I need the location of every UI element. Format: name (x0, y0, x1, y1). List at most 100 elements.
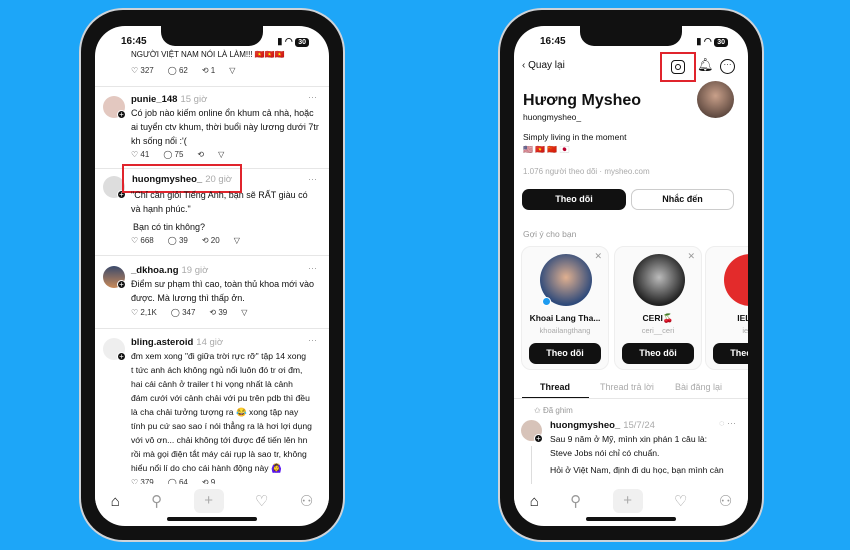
profile-screen: 16:45 ▮ ◠ 30 ‹ Quay lại 🔔︎ ··· Hương Mys… (514, 26, 748, 526)
threads-feed-screen: 16:45 ▮ ◠ 30 NGƯỜI VIỆT NAM NÓI LÀ LÀM!!… (95, 26, 329, 526)
new-post-icon[interactable]: + (193, 489, 224, 513)
like-button[interactable]: ♡ 327 (131, 66, 154, 75)
divider (95, 86, 329, 87)
suggestion-follow-button[interactable]: Theo dõi (529, 343, 601, 364)
profile-flags: 🇺🇸 🇻🇳 🇨🇳 🇯🇵 (523, 145, 570, 154)
home-icon[interactable]: ⌂ (111, 493, 120, 510)
share-button[interactable]: ▽ (241, 308, 247, 317)
signal-icon: ▮ (696, 36, 702, 46)
back-button[interactable]: ‹ Quay lại (522, 60, 565, 71)
repost-button[interactable]: ⟲ (197, 150, 204, 159)
like-button[interactable]: ♡ 668 (131, 236, 154, 245)
suggestion-handle: ceri__ceri (641, 326, 675, 335)
more-icon[interactable]: ··· (720, 59, 735, 74)
tab-thread-replies[interactable]: Thread trả lời (600, 382, 654, 392)
reply-button[interactable]: ◯ 62 (168, 66, 188, 75)
heart-icon[interactable]: ♡ (674, 492, 687, 510)
bottom-nav: ⌂ ⚲ + ♡ ⚇ (514, 484, 748, 518)
instagram-icon[interactable] (671, 60, 685, 74)
more-icon[interactable]: ··· (308, 335, 317, 345)
follow-button[interactable]: Theo dõi (522, 189, 626, 210)
notch (161, 26, 263, 46)
more-icon[interactable]: ··· (308, 174, 317, 184)
divider (95, 255, 329, 256)
suggestion-card[interactable]: ✕ Khoai Lang Tha... khoailangthang Theo … (521, 246, 609, 370)
repost-button[interactable]: ⟲ 1 (202, 66, 215, 75)
profile-avatar[interactable] (697, 81, 734, 118)
reply-button[interactable]: ◯ 75 (163, 150, 183, 159)
share-button[interactable]: ▽ (229, 66, 235, 75)
share-button[interactable]: ▽ (218, 150, 224, 159)
like-button[interactable]: ♡ 2,1K (131, 308, 157, 317)
home-icon[interactable]: ⌂ (530, 493, 539, 510)
post-text: NGƯỜI VIỆT NAM NÓI LÀ LÀM!!! 🇻🇳🇻🇳🇻🇳 (131, 50, 285, 59)
suggestion-card[interactable]: IELTS ielts Theo dõi (705, 246, 748, 370)
post-actions: ♡ 327 ◯ 62 ⟲ 1 ▽ (131, 66, 235, 75)
post-actions: ♡ 2,1K ◯ 347 ⟲ 39 ▽ (131, 308, 247, 317)
suggestion-card[interactable]: ✕ CERI🍒 ceri__ceri Theo dõi (614, 246, 702, 370)
repost-button[interactable]: ⟲ 20 (202, 236, 220, 245)
follow-plus-icon[interactable]: + (117, 352, 126, 361)
close-icon[interactable]: ✕ (687, 251, 695, 262)
like-button[interactable]: ♡ 41 (131, 150, 149, 159)
followers-link[interactable]: 1.076 người theo dõi · mysheo.com (523, 167, 650, 176)
suggestion-avatar (633, 254, 685, 306)
profile-icon[interactable]: ⚇ (300, 492, 313, 510)
mention-button[interactable]: Nhắc đến (631, 189, 734, 210)
battery-icon: 30 (295, 38, 309, 47)
post-user[interactable]: huongmysheo_ 15/7/24 (550, 420, 655, 431)
home-indicator (167, 517, 257, 521)
bottom-nav: ⌂ ⚲ + ♡ ⚇ (95, 484, 329, 518)
reply-button[interactable]: ◯ 39 (168, 236, 188, 245)
suggestion-name: IELTS (737, 313, 748, 323)
wifi-icon: ◠ (284, 36, 293, 46)
profile-bio: Simply living in the moment (523, 132, 627, 142)
profile-handle: huongmysheo_ (523, 112, 582, 122)
reply-button[interactable]: ◯ 347 (171, 308, 196, 317)
search-icon[interactable]: ⚲ (570, 492, 581, 510)
divider (95, 328, 329, 329)
post-text: Sau 9 năm ở Mỹ, mình xin phán 1 câu là: S… (550, 434, 724, 475)
profile-icon[interactable]: ⚇ (719, 492, 732, 510)
suggestion-follow-button[interactable]: Theo dõi (622, 343, 694, 364)
more-icon[interactable]: ◌ ··· (719, 418, 736, 428)
more-icon[interactable]: ··· (308, 263, 317, 273)
more-icon[interactable]: ··· (308, 92, 317, 102)
tab-thread[interactable]: Thread (540, 382, 570, 392)
follow-plus-icon[interactable]: + (117, 280, 126, 289)
suggestion-handle: ielts (742, 326, 748, 335)
notch (580, 26, 682, 46)
heart-icon[interactable]: ♡ (255, 492, 268, 510)
verified-icon (542, 297, 551, 306)
post-user[interactable]: _dkhoa.ng 19 giờ (131, 265, 208, 276)
post-text: đm xem xong "đi giữa trời rực rỡ" tập 14… (131, 351, 312, 473)
tab-reposts[interactable]: Bài đăng lại (675, 382, 722, 392)
post-text: "Chỉ cần giỏi Tiếng Anh, bạn sẽ RẤT giàu… (131, 190, 308, 232)
profile-name: Hương Mysheo (523, 92, 642, 109)
suggestion-name: CERI🍒 (642, 313, 674, 323)
post-text: Có job nào kiếm online ổn khum cả nhà, h… (131, 108, 319, 146)
battery-icon: 30 (714, 38, 728, 47)
share-button[interactable]: ▽ (234, 236, 240, 245)
follow-plus-icon[interactable]: + (534, 434, 543, 443)
status-time: 16:45 (540, 36, 566, 47)
suggestions-title: Gợi ý cho bạn (523, 229, 577, 239)
repost-button[interactable]: ⟲ 39 (209, 308, 227, 317)
bell-icon[interactable]: 🔔︎ (697, 57, 714, 73)
signal-icon: ▮ (277, 36, 283, 46)
wifi-icon: ◠ (703, 36, 712, 46)
follow-plus-icon[interactable]: + (117, 110, 126, 119)
new-post-icon[interactable]: + (612, 489, 643, 513)
suggestion-avatar (724, 254, 748, 306)
search-icon[interactable]: ⚲ (151, 492, 162, 510)
suggestion-handle: khoailangthang (539, 326, 591, 335)
close-icon[interactable]: ✕ (594, 251, 602, 262)
post-user[interactable]: punie_148 15 giờ (131, 94, 207, 105)
post-text: Điểm sư phạm thì cao, toàn thủ khoa mới … (131, 279, 315, 303)
thread-line (531, 446, 532, 486)
post-actions: ♡ 41 ◯ 75 ⟲ ▽ (131, 150, 224, 159)
home-indicator (586, 517, 676, 521)
post-user[interactable]: bling.asteroid 14 giờ (131, 337, 223, 348)
suggestion-follow-button[interactable]: Theo dõi (713, 343, 748, 364)
status-time: 16:45 (121, 36, 147, 47)
